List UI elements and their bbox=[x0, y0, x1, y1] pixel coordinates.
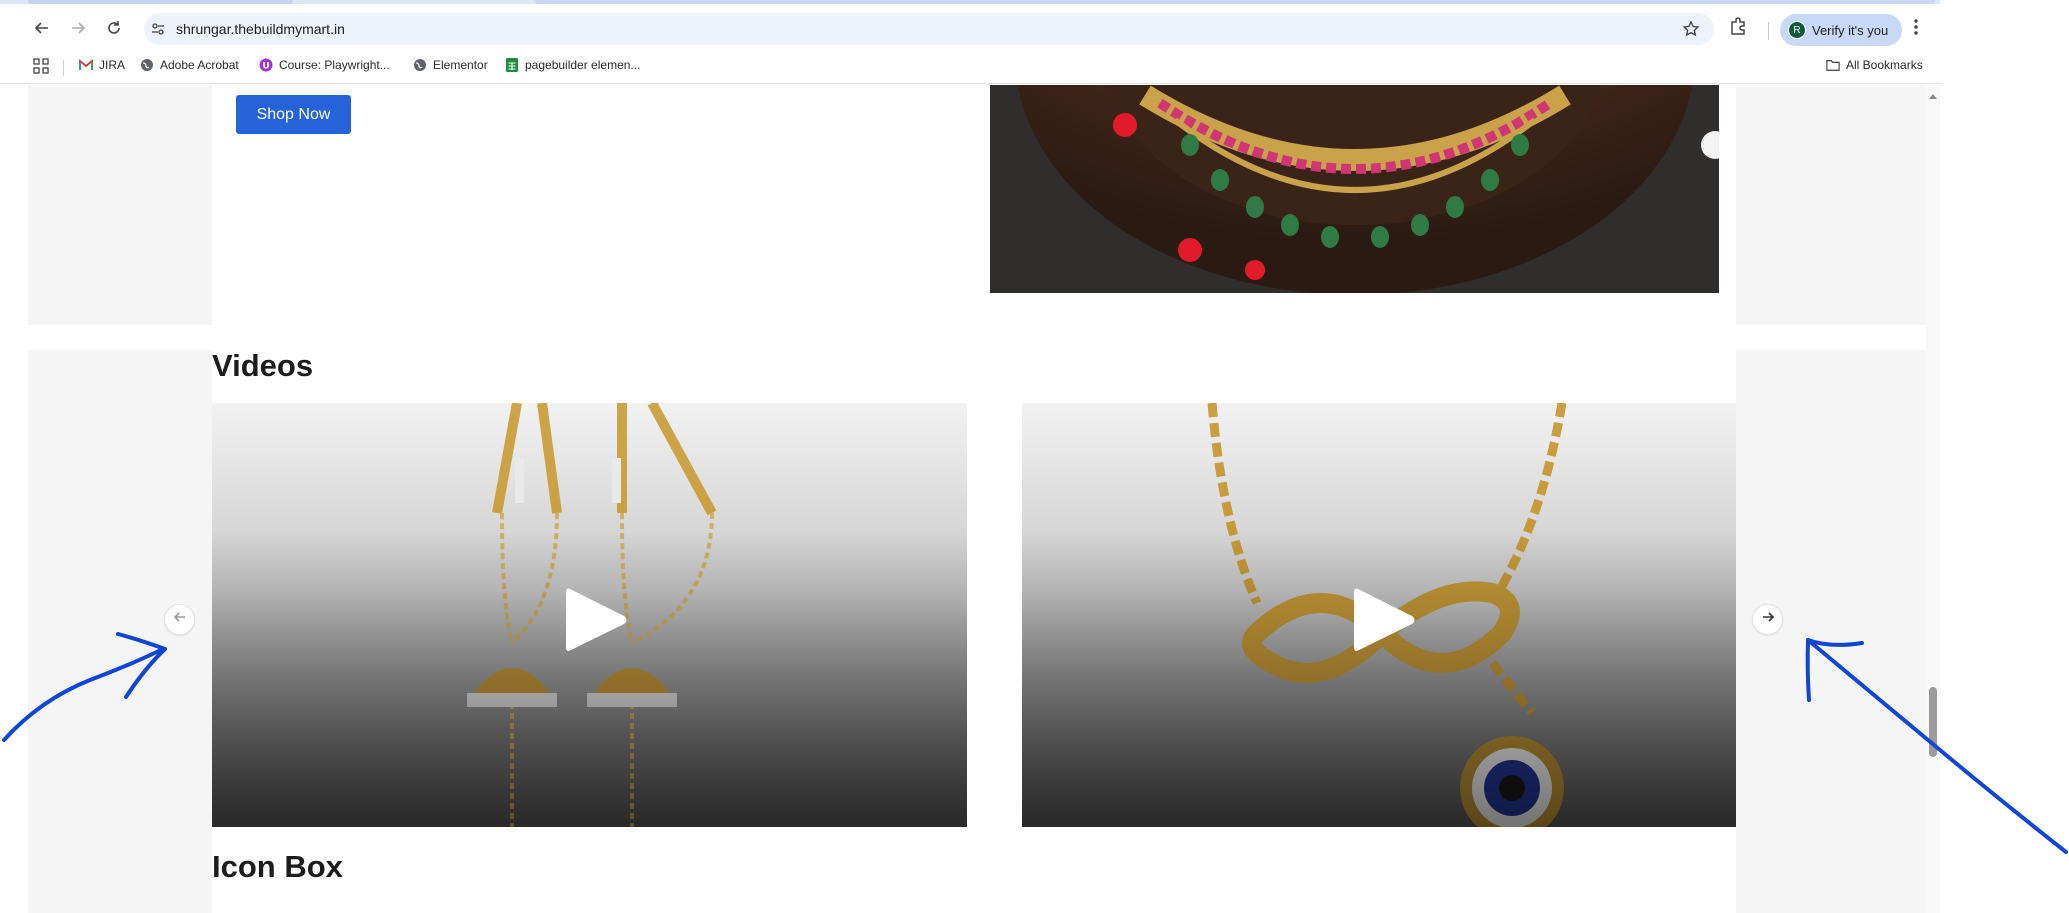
back-icon[interactable] bbox=[28, 14, 56, 42]
url-text[interactable]: shrungar.thebuildmymart.in bbox=[176, 21, 345, 37]
icon-box-heading: Icon Box bbox=[212, 849, 343, 884]
kebab-menu-icon[interactable] bbox=[1908, 16, 1924, 43]
screen-margin bbox=[1940, 0, 2069, 913]
bookmark-elementor[interactable]: Elementor bbox=[413, 58, 488, 72]
page-scrollbar[interactable] bbox=[1926, 85, 1940, 913]
profile-verify-label: Verify it's you bbox=[1812, 22, 1889, 38]
reload-icon[interactable] bbox=[100, 14, 128, 42]
scroll-up-icon[interactable] bbox=[1929, 88, 1937, 106]
bookmark-pagebuilder[interactable]: pagebuilder elemen... bbox=[505, 58, 640, 72]
bookmark-jira[interactable]: JIRA bbox=[79, 58, 125, 72]
scrollbar-thumb[interactable] bbox=[1929, 687, 1937, 757]
bookmarks-bar: JIRA Adobe Acrobat U Course: Playwright.… bbox=[0, 50, 1940, 84]
globe-icon bbox=[140, 58, 154, 72]
shop-now-button[interactable]: Shop Now bbox=[236, 95, 351, 134]
bookmark-label: Adobe Acrobat bbox=[160, 58, 239, 72]
browser-window: shrungar.thebuildmymart.in R Verify it's… bbox=[0, 0, 2069, 913]
star-icon[interactable] bbox=[1682, 20, 1700, 43]
play-icon[interactable] bbox=[1348, 583, 1418, 657]
course-icon: U bbox=[259, 58, 273, 72]
sheets-icon bbox=[505, 58, 519, 72]
all-bookmarks-label: All Bookmarks bbox=[1846, 58, 1923, 72]
apps-icon[interactable] bbox=[33, 58, 49, 74]
web-page: Shop Now Videos Icon Box bbox=[0, 85, 1940, 913]
arrow-left-icon bbox=[173, 610, 187, 629]
extensions-icon[interactable] bbox=[1728, 16, 1750, 43]
videos-heading: Videos bbox=[212, 348, 314, 383]
hero-necklace-image bbox=[990, 85, 1719, 293]
all-bookmarks[interactable]: All Bookmarks bbox=[1826, 58, 1923, 72]
profile-verify-button[interactable]: R Verify it's you bbox=[1780, 14, 1903, 46]
bookmark-label: Course: Playwright... bbox=[279, 58, 390, 72]
bookmark-adobe-acrobat[interactable]: Adobe Acrobat bbox=[140, 58, 239, 72]
toolbar-divider bbox=[1768, 22, 1769, 40]
play-icon[interactable] bbox=[560, 583, 630, 657]
bookmark-label: pagebuilder elemen... bbox=[525, 58, 641, 72]
browser-toolbar: shrungar.thebuildmymart.in R Verify it's… bbox=[0, 4, 1940, 50]
bookmark-label: Elementor bbox=[433, 58, 488, 72]
bookmark-label: JIRA bbox=[99, 58, 126, 72]
video-evil-eye-pendant[interactable] bbox=[1022, 403, 1736, 827]
address-bar[interactable]: shrungar.thebuildmymart.in bbox=[144, 13, 1714, 45]
video-earrings[interactable] bbox=[212, 403, 967, 827]
carousel-next-button[interactable] bbox=[1752, 604, 1783, 635]
forward-icon[interactable] bbox=[64, 14, 92, 42]
avatar: R bbox=[1788, 21, 1806, 39]
arrow-right-icon bbox=[1761, 610, 1775, 629]
site-settings-icon[interactable] bbox=[150, 21, 166, 37]
globe-icon bbox=[413, 58, 427, 72]
gmail-icon bbox=[79, 58, 93, 72]
svg-text:U: U bbox=[262, 62, 269, 72]
folder-icon bbox=[1826, 58, 1840, 72]
carousel-prev-button[interactable] bbox=[164, 604, 195, 635]
bookmark-course-playwright[interactable]: U Course: Playwright... bbox=[259, 58, 390, 72]
bookmarks-divider bbox=[63, 60, 64, 76]
